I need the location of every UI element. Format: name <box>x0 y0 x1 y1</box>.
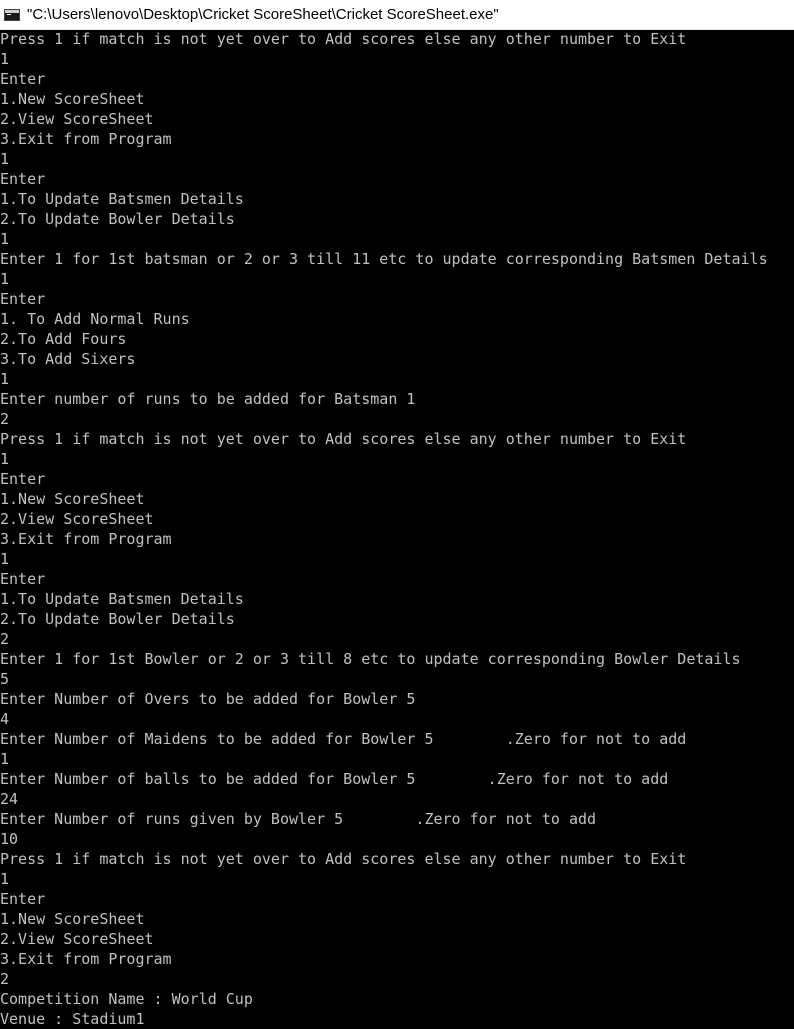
console-window: "C:\Users\lenovo\Desktop\Cricket ScoreSh… <box>0 0 794 1029</box>
console-line: Enter <box>0 470 46 488</box>
console-line: 1 <box>0 370 10 388</box>
icon-titlebar-strip <box>5 9 19 13</box>
icon-prompt-mark <box>7 13 11 15</box>
console-output[interactable]: Press 1 if match is not yet over to Add … <box>0 29 794 1029</box>
console-line: Enter 1 for 1st batsman or 2 or 3 till 1… <box>0 250 768 268</box>
title-bar[interactable]: "C:\Users\lenovo\Desktop\Cricket ScoreSh… <box>0 0 794 30</box>
console-line: 1.New ScoreSheet <box>0 910 145 928</box>
console-line: Enter <box>0 570 46 588</box>
console-line: Press 1 if match is not yet over to Add … <box>0 30 687 48</box>
console-line: Enter <box>0 170 46 188</box>
console-line: Enter Number of Overs to be added for Bo… <box>0 690 416 708</box>
window-title: "C:\Users\lenovo\Desktop\Cricket ScoreSh… <box>27 6 499 23</box>
console-line: 1. To Add Normal Runs <box>0 310 190 328</box>
console-line: Competition Name : World Cup <box>0 990 253 1008</box>
console-line: 2.View ScoreSheet <box>0 930 154 948</box>
console-line: Press 1 if match is not yet over to Add … <box>0 430 687 448</box>
console-line: 1.New ScoreSheet <box>0 490 145 508</box>
console-line: Enter Number of runs given by Bowler 5 .… <box>0 810 597 828</box>
console-line: 1.To Update Batsmen Details <box>0 190 244 208</box>
console-line: Enter <box>0 70 46 88</box>
console-line: 1 <box>0 230 10 248</box>
console-line: 2 <box>0 630 10 648</box>
console-line: Press 1 if match is not yet over to Add … <box>0 850 687 868</box>
console-line: Venue : Stadium1 <box>0 1010 145 1028</box>
console-line: 3.Exit from Program <box>0 530 172 548</box>
console-line: 5 <box>0 670 10 688</box>
console-line: 3.To Add Sixers <box>0 350 136 368</box>
console-line: 1 <box>0 550 10 568</box>
console-line: 1 <box>0 270 10 288</box>
console-line: 3.Exit from Program <box>0 950 172 968</box>
console-line: 2.To Update Bowler Details <box>0 210 235 228</box>
console-app-icon <box>4 8 20 21</box>
console-line: 1.To Update Batsmen Details <box>0 590 244 608</box>
console-line: Enter number of runs to be added for Bat… <box>0 390 416 408</box>
console-line: 2 <box>0 410 10 428</box>
console-line: 2.View ScoreSheet <box>0 110 154 128</box>
console-line: 2.View ScoreSheet <box>0 510 154 528</box>
console-line: Enter <box>0 290 46 308</box>
console-line: Enter Number of Maidens to be added for … <box>0 730 687 748</box>
console-line: 1 <box>0 50 10 68</box>
console-line: 3.Exit from Program <box>0 130 172 148</box>
console-line: Enter <box>0 890 46 908</box>
console-line: 1 <box>0 150 10 168</box>
console-line: 2.To Update Bowler Details <box>0 610 235 628</box>
console-line: Enter 1 for 1st Bowler or 2 or 3 till 8 … <box>0 650 741 668</box>
console-line: 1 <box>0 870 10 888</box>
console-line: 1 <box>0 750 10 768</box>
console-line: 4 <box>0 710 10 728</box>
console-line: 24 <box>0 790 19 808</box>
console-line: 2.To Add Fours <box>0 330 127 348</box>
console-line: 2 <box>0 970 10 988</box>
console-line: 1 <box>0 450 10 468</box>
console-line: 10 <box>0 830 19 848</box>
console-line: 1.New ScoreSheet <box>0 90 145 108</box>
console-line: Enter Number of balls to be added for Bo… <box>0 770 669 788</box>
